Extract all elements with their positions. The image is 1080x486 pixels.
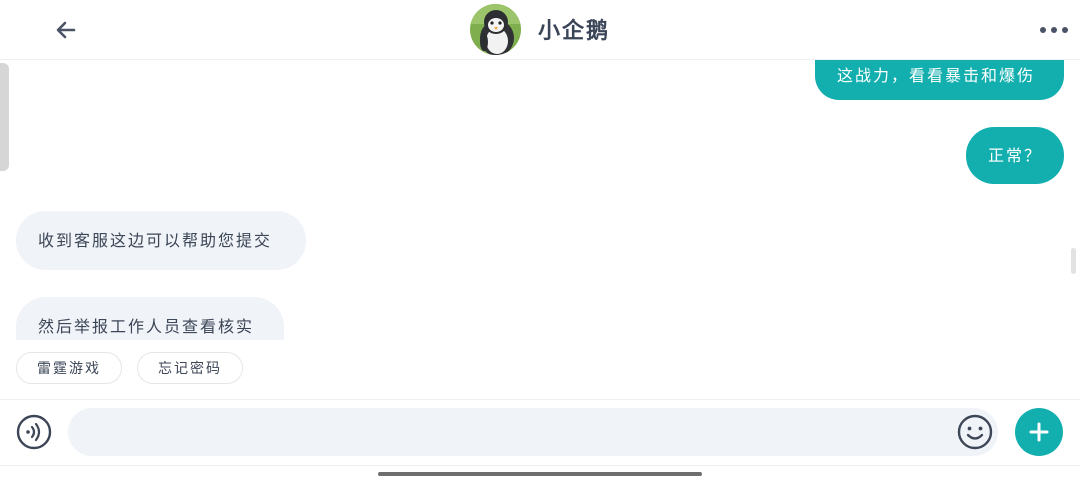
message-list[interactable]: 这战力，看看暴击和爆伤 正常？ 收到客服这边可以帮助您提交 然后举报工作人员查看…: [0, 60, 1080, 340]
back-button[interactable]: [50, 14, 82, 46]
message-bubble-outgoing[interactable]: 正常？: [966, 127, 1064, 184]
quick-reply-chip[interactable]: 雷霆游戏: [16, 352, 122, 384]
scrollbar[interactable]: [1071, 248, 1076, 274]
emoji-icon: [957, 414, 993, 450]
quick-reply-chip[interactable]: 忘记密码: [137, 352, 243, 384]
composer-bar: [0, 399, 1080, 466]
message-text: 收到客服这边可以帮助您提交: [38, 230, 273, 250]
message-bubble-incoming[interactable]: 然后举报工作人员查看核实: [16, 297, 284, 340]
avatar[interactable]: [470, 4, 521, 55]
home-indicator[interactable]: [378, 472, 702, 476]
arrow-left-icon: [56, 21, 76, 39]
penguin-avatar: [470, 4, 521, 55]
edge-scroll-handle[interactable]: [0, 63, 9, 171]
quick-reply-label: 雷霆游戏: [37, 361, 101, 377]
message-text: 这战力，看看暴击和爆伤: [837, 66, 1036, 85]
more-button[interactable]: [1034, 18, 1074, 42]
message-bubble-outgoing[interactable]: 这战力，看看暴击和爆伤: [815, 60, 1064, 100]
message-bubble-incoming[interactable]: 收到客服这边可以帮助您提交: [16, 211, 306, 270]
message-text: 正常？: [988, 145, 1043, 165]
plus-icon: [1029, 422, 1049, 442]
voice-icon: [16, 414, 52, 450]
chat-header: 小企鹅: [0, 0, 1080, 60]
chat-title: 小企鹅: [538, 19, 611, 44]
message-text: 然后举报工作人员查看核实: [38, 317, 255, 336]
more-dots-icon: [1040, 27, 1068, 33]
message-input[interactable]: [68, 408, 998, 456]
quick-reply-label: 忘记密码: [158, 361, 222, 377]
emoji-button[interactable]: [956, 413, 994, 451]
plus-button[interactable]: [1015, 408, 1063, 456]
voice-button[interactable]: [16, 414, 52, 450]
